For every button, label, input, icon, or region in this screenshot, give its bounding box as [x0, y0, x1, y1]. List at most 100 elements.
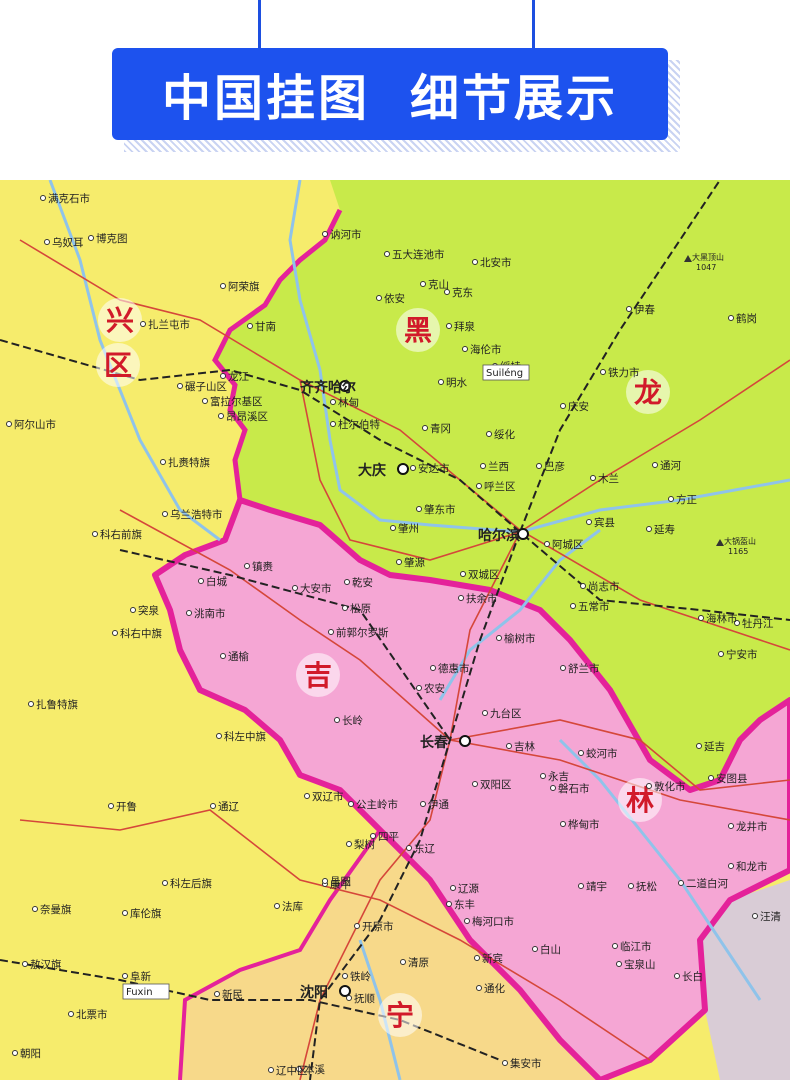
city-label: 延吉	[704, 741, 725, 753]
city-label: 长白	[682, 970, 703, 983]
city-label: 科右中旗	[120, 627, 162, 640]
peak-name: 大锅盔山	[724, 536, 756, 546]
city-label: 阿荣旗	[228, 280, 260, 293]
city-label: 九台区	[490, 707, 522, 720]
city-marker	[652, 462, 658, 468]
city-label: 抚松	[636, 880, 657, 893]
city-marker	[458, 595, 464, 601]
city-label: 通河	[660, 460, 681, 472]
city-marker	[396, 559, 402, 565]
city-marker	[160, 459, 166, 465]
city-label: 松原	[350, 602, 371, 615]
city-marker	[586, 519, 592, 525]
city-marker	[464, 918, 470, 924]
city-marker	[410, 465, 416, 471]
city-label: 尚志市	[588, 580, 620, 593]
city-marker	[578, 750, 584, 756]
pinyin-tag: Fuxin	[126, 987, 153, 998]
city-marker	[544, 541, 550, 547]
city-marker	[678, 880, 684, 886]
city-label: 镇赉	[252, 560, 273, 573]
city-label: 宾县	[594, 516, 615, 529]
city-marker	[216, 733, 222, 739]
city-marker	[752, 913, 758, 919]
city-marker	[502, 1060, 508, 1066]
province-label: 林	[626, 784, 654, 817]
major-city-label: 哈尔滨	[478, 527, 520, 544]
city-label: 铁力市	[608, 366, 640, 379]
city-label: 扶余市	[466, 592, 498, 605]
city-label: 永吉	[548, 770, 569, 783]
city-label: 北安市	[480, 256, 512, 269]
city-marker	[506, 743, 512, 749]
city-marker	[600, 369, 606, 375]
city-label: 昂昂溪区	[226, 411, 268, 423]
city-label: 伊通	[428, 799, 449, 811]
city-marker	[130, 607, 136, 613]
city-marker	[6, 421, 12, 427]
province-label: 龙	[634, 376, 662, 409]
city-label: 通化	[484, 982, 505, 995]
city-label: 德惠市	[438, 662, 470, 675]
city-marker	[646, 526, 652, 532]
city-label: 鹤岗	[736, 312, 757, 325]
city-marker	[376, 295, 382, 301]
city-marker	[122, 910, 128, 916]
city-marker	[420, 801, 426, 807]
city-marker	[728, 315, 734, 321]
city-marker	[550, 785, 556, 791]
city-marker	[390, 525, 396, 531]
city-marker	[334, 717, 340, 723]
city-marker	[728, 823, 734, 829]
peak-elevation: 1047	[696, 263, 716, 272]
city-marker	[244, 563, 250, 569]
city-label: 蛟河市	[586, 747, 618, 760]
city-marker	[384, 251, 390, 257]
city-marker	[612, 943, 618, 949]
city-marker	[450, 885, 456, 891]
city-label: 开原市	[362, 920, 394, 933]
city-label: 抚顺	[354, 993, 375, 1005]
city-marker	[420, 281, 426, 287]
city-marker	[214, 991, 220, 997]
city-label: 林甸	[338, 396, 359, 409]
province-label: 兴	[106, 304, 134, 337]
major-city-label: 长春	[420, 734, 449, 751]
city-marker	[580, 583, 586, 589]
city-marker	[532, 946, 538, 952]
city-marker	[177, 383, 183, 389]
city-label: 昌图	[330, 876, 351, 888]
city-label: 和龙市	[736, 860, 768, 873]
city-marker	[210, 803, 216, 809]
city-label: 科左中旗	[224, 730, 266, 743]
city-label: 东丰	[454, 898, 475, 911]
city-label: 辽中区	[276, 1064, 308, 1077]
city-marker	[474, 955, 480, 961]
city-marker	[698, 615, 704, 621]
wall-map: 兴区 黑龙吉林宁 哈尔滨 长春 沈阳 齐齐哈尔 大庆 满克石市 博克图 乌奴耳 扎兰屯市 阿荣旗甘…	[0, 179, 790, 1083]
city-label: 新宾	[482, 952, 503, 965]
city-marker	[140, 321, 146, 327]
city-label: 绥化	[494, 428, 515, 441]
city-marker	[218, 413, 224, 419]
city-marker	[646, 783, 652, 789]
city-marker	[560, 821, 566, 827]
city-label: 桦甸市	[568, 818, 600, 831]
city-marker	[32, 906, 38, 912]
city-marker	[560, 403, 566, 409]
city-label: 梨树	[354, 838, 375, 851]
city-label: 博克图	[96, 232, 128, 245]
city-marker	[328, 629, 334, 635]
city-label: 龙江	[228, 370, 249, 383]
city-label: 满克石市	[48, 192, 90, 205]
city-label: 农安	[424, 682, 445, 695]
city-marker	[322, 231, 328, 237]
city-marker	[12, 1050, 18, 1056]
city-marker	[268, 1067, 274, 1073]
city-label: 扎鲁特旗	[36, 698, 78, 711]
major-city-label: 沈阳	[300, 984, 328, 1001]
city-marker	[482, 710, 488, 716]
city-marker	[354, 923, 360, 929]
city-marker	[247, 323, 253, 329]
city-label: 阜新	[130, 970, 151, 983]
